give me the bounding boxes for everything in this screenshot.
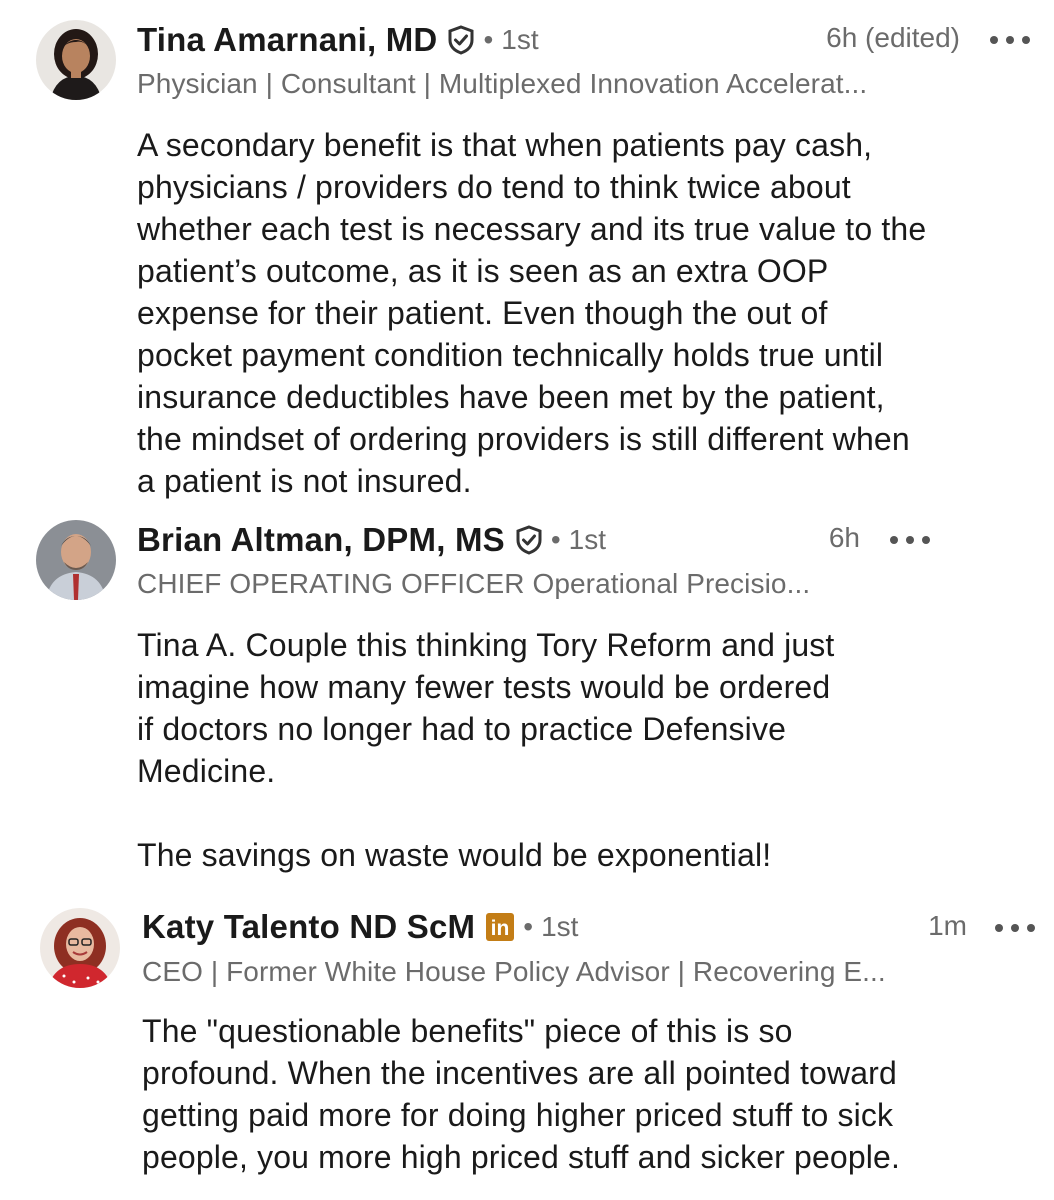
author-row: Brian Altman, DPM, MS • 1st	[137, 518, 606, 562]
author-name[interactable]: Katy Talento ND ScM	[142, 908, 475, 946]
author-row: Katy Talento ND ScM in • 1st	[142, 905, 578, 949]
connection-degree: 1st	[568, 524, 607, 555]
more-options-icon[interactable]	[990, 30, 1030, 50]
avatar[interactable]	[36, 20, 116, 100]
linkedin-premium-icon: in	[485, 912, 515, 942]
comment-text: The "questionable benefits" piece of thi…	[142, 1013, 901, 1175]
verified-shield-icon	[515, 525, 543, 555]
author-name[interactable]: Tina Amarnani, MD	[137, 21, 437, 59]
author-name[interactable]: Brian Altman, DPM, MS	[137, 521, 505, 559]
premium-badge-text: in	[491, 917, 510, 940]
author-row: Tina Amarnani, MD • 1st	[137, 18, 539, 62]
comment-1: Tina Amarnani, MD • 1st 6h (edited) Phys…	[0, 0, 1054, 510]
connection-degree: 1st	[541, 911, 579, 942]
verified-shield-icon	[447, 25, 475, 55]
timestamp: 6h (edited)	[826, 22, 960, 53]
author-headline: CEO | Former White House Policy Advisor …	[142, 956, 886, 987]
timestamp: 1m	[928, 910, 967, 941]
connection-degree: 1st	[501, 24, 539, 55]
more-options-icon[interactable]	[995, 918, 1035, 938]
comment-2: Brian Altman, DPM, MS • 1st 6h CHIEF OPE…	[0, 510, 1054, 890]
timestamp: 6h	[828, 522, 860, 553]
comment-text: A secondary benefit is that when patient…	[137, 127, 927, 499]
comment-3: Katy Talento ND ScM in • 1st 1m CEO | Fo…	[0, 890, 1054, 1200]
more-options-icon[interactable]	[890, 530, 930, 550]
avatar[interactable]	[36, 520, 116, 600]
author-headline: Physician | Consultant | Multiplexed Inn…	[137, 68, 868, 99]
separator-dot: •	[483, 24, 494, 55]
separator-dot: •	[550, 524, 561, 555]
author-headline: CHIEF OPERATING OFFICER Operational Prec…	[137, 568, 811, 599]
separator-dot: •	[523, 911, 534, 942]
comment-text: Tina A. Couple this thinking Tory Reform…	[137, 627, 835, 873]
avatar[interactable]	[40, 908, 120, 988]
